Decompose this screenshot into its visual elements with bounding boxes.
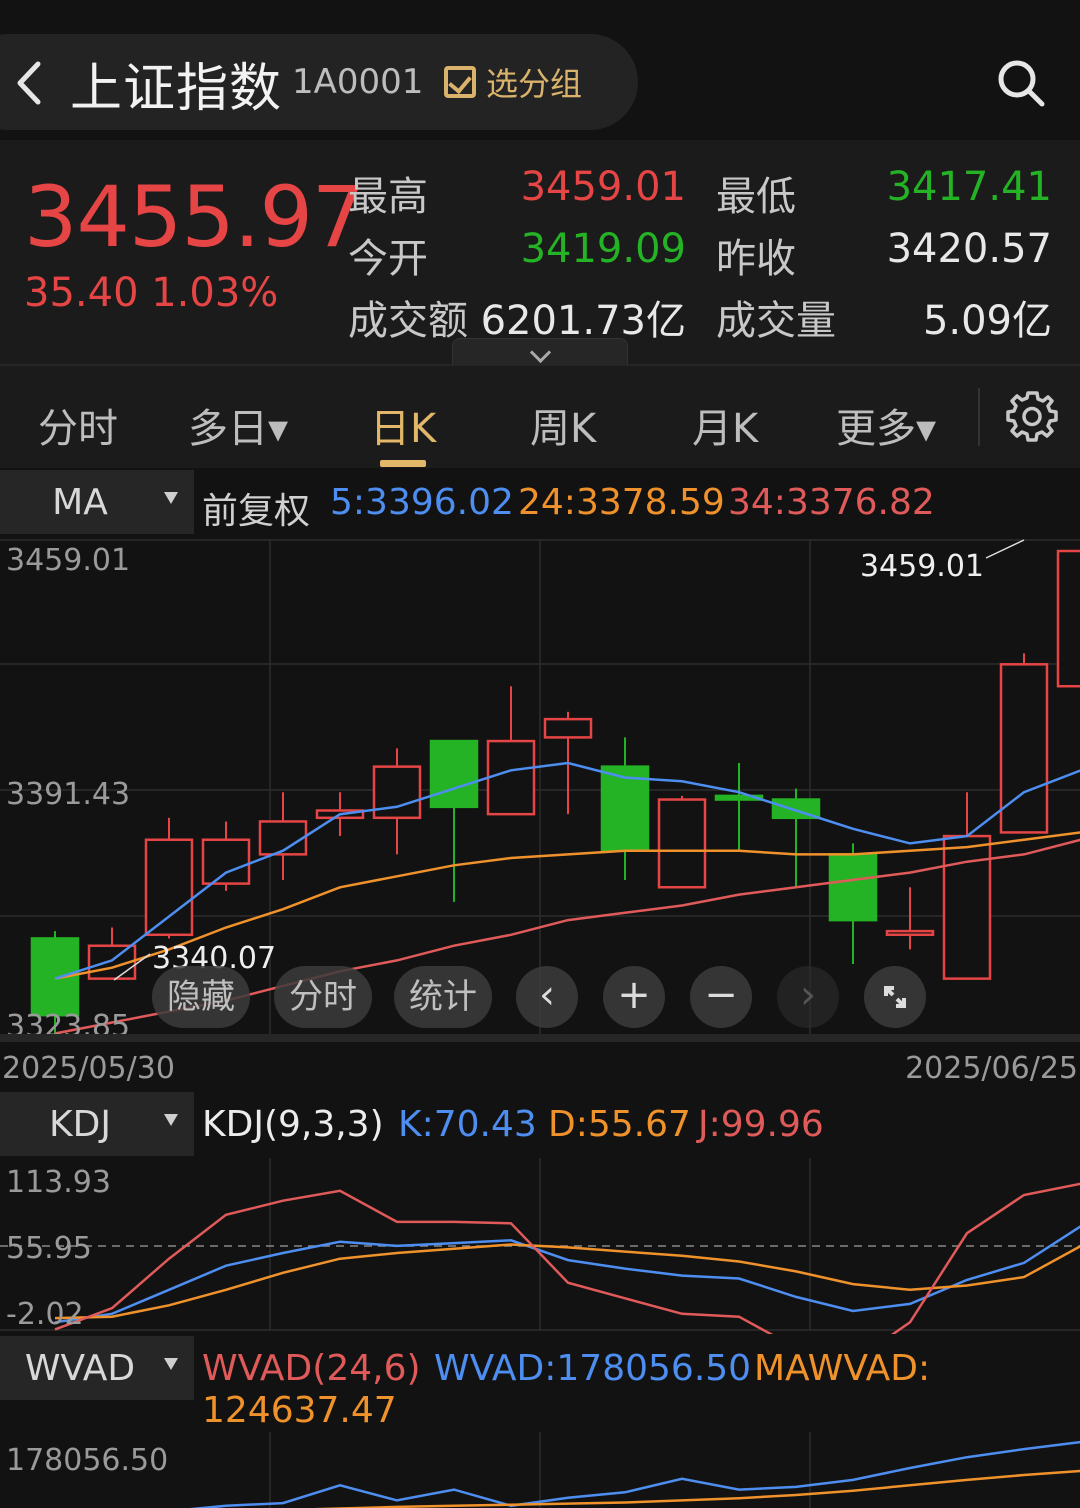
top-bar: 上证指数 1A0001 选分组 <box>0 0 1080 140</box>
fullscreen-glyph <box>884 986 906 1008</box>
back-arrow-icon[interactable] <box>10 58 50 108</box>
kdj-y-tick-bottom: -2.02 <box>6 1297 84 1332</box>
candle-body <box>942 834 992 980</box>
kdj-selector-label: KDJ <box>49 1104 111 1145</box>
ma5-value: 5:3396.02 <box>330 482 514 523</box>
kdj-indicator-bar: KDJ KDJ(9,3,3) K:70.43 D:55.67 J:99.96 <box>0 1092 1080 1160</box>
wvad-y-tick-top: 178056.50 <box>6 1443 168 1478</box>
ma24-value: 24:3378.59 <box>518 482 725 523</box>
volume-value: 5.09亿 <box>922 298 1052 344</box>
volume-label: 成交量 <box>716 298 836 344</box>
max-price-label: 3459.01 <box>860 549 984 584</box>
kdj-k-value: K:70.43 <box>398 1104 537 1145</box>
gear-icon[interactable] <box>1006 390 1058 442</box>
candle-body <box>1056 549 1080 688</box>
kline-x-start: 2025/05/30 <box>2 1051 175 1086</box>
high-label: 最高 <box>348 174 428 220</box>
low-label: 最低 <box>716 174 796 220</box>
zoom-in-icon[interactable]: + <box>603 966 665 1028</box>
open-value: 3419.09 <box>520 226 686 272</box>
tab-daily-k[interactable]: 日K <box>370 396 436 454</box>
fullscreen-icon[interactable] <box>864 966 926 1028</box>
kdj-name: KDJ(9,3,3) <box>202 1104 384 1145</box>
stock-title: 上证指数 <box>70 59 283 119</box>
kline-y-tick-top: 3459.01 <box>6 543 130 578</box>
ma-selector[interactable]: MA <box>0 470 194 534</box>
kline-y-tick-mid: 3391.43 <box>6 777 130 812</box>
tab-intraday[interactable]: 分时 <box>38 396 118 454</box>
period-tabs: 分时 多日▾ 日K 周K 月K 更多▾ <box>0 364 1080 468</box>
kdj-selector[interactable]: KDJ <box>0 1092 194 1156</box>
ma34-value: 34:3376.82 <box>728 482 935 523</box>
candle-body <box>999 663 1049 834</box>
kdj-chart: 113.93 55.95 -2.02 <box>0 1158 1080 1334</box>
current-price: 3455.97 <box>24 168 365 266</box>
intraday-button[interactable]: 分时 <box>274 966 372 1028</box>
prev-close-value: 3420.57 <box>886 226 1052 272</box>
candle-body <box>429 739 479 809</box>
candle-body <box>543 717 593 739</box>
tab-multiday[interactable]: 多日▾ <box>188 396 288 454</box>
candle-body <box>201 838 251 885</box>
kline-x-end: 2025/06/25 <box>905 1051 1078 1086</box>
chevron-right-icon[interactable]: › <box>777 966 839 1028</box>
wvad-indicator-bar: WVAD WVAD(24,6) WVAD:178056.50 MAWVAD: 1… <box>0 1336 1080 1432</box>
ma-selector-label: MA <box>52 482 108 523</box>
mawvad-value: 124637.47 <box>202 1390 397 1431</box>
mawvad-label: MAWVAD: <box>754 1348 931 1389</box>
stock-code: 1A0001 <box>292 62 424 102</box>
select-group-button[interactable]: 选分组 <box>444 60 582 104</box>
candle-body <box>657 798 707 889</box>
open-label: 今开 <box>348 236 428 282</box>
kdj-d-value: D:55.67 <box>548 1104 691 1145</box>
price-change: 35.40 1.03% <box>24 270 279 316</box>
candle-body <box>486 739 536 816</box>
turnover-label: 成交额 <box>348 298 468 344</box>
stats-button[interactable]: 统计 <box>394 966 492 1028</box>
tab-divider <box>978 388 980 446</box>
ma-indicator-bar: MA 前复权 5:3396.02 24:3378.59 34:3376.82 <box>0 470 1080 538</box>
wvad-chart: 178056.50 <box>0 1432 1080 1508</box>
kdj-j-value: J:99.96 <box>698 1104 824 1145</box>
candle-body <box>30 937 80 1017</box>
expand-quote-button[interactable] <box>452 338 628 366</box>
dropdown-arrow-icon <box>164 1114 178 1126</box>
zoom-out-icon[interactable]: − <box>690 966 752 1028</box>
high-value: 3459.01 <box>520 164 686 210</box>
low-value: 3417.41 <box>886 164 1052 210</box>
tab-weekly-k[interactable]: 周K <box>530 396 596 454</box>
dropdown-arrow-icon <box>164 492 178 504</box>
select-group-label: 选分组 <box>486 65 583 103</box>
kdj-y-tick-top: 113.93 <box>6 1165 111 1200</box>
wvad-value: WVAD:178056.50 <box>434 1348 752 1389</box>
candle-body <box>885 929 935 937</box>
prev-close-label: 昨收 <box>716 236 796 282</box>
checkbox-icon <box>444 66 476 98</box>
adjust-label[interactable]: 前复权 <box>202 482 310 534</box>
dropdown-arrow-icon <box>164 1358 178 1370</box>
wvad-name: WVAD(24,6) <box>202 1348 421 1389</box>
wvad-selector-label: WVAD <box>24 1348 136 1389</box>
hide-button[interactable]: 隐藏 <box>152 966 250 1028</box>
quote-panel: 3455.97 35.40 1.03% 最高 3459.01 最低 3417.4… <box>0 140 1080 366</box>
candle-body <box>828 853 878 922</box>
kdj-y-tick-mid: 55.95 <box>6 1231 92 1266</box>
wvad-selector[interactable]: WVAD <box>0 1336 194 1400</box>
tab-monthly-k[interactable]: 月K <box>692 396 758 454</box>
kline-scrollbar[interactable] <box>0 1034 1080 1042</box>
tab-more[interactable]: 更多▾ <box>836 396 936 454</box>
search-icon[interactable] <box>996 58 1046 108</box>
candle-body <box>144 838 194 937</box>
active-tab-indicator <box>380 460 426 467</box>
chevron-left-icon[interactable]: ‹ <box>516 966 578 1028</box>
